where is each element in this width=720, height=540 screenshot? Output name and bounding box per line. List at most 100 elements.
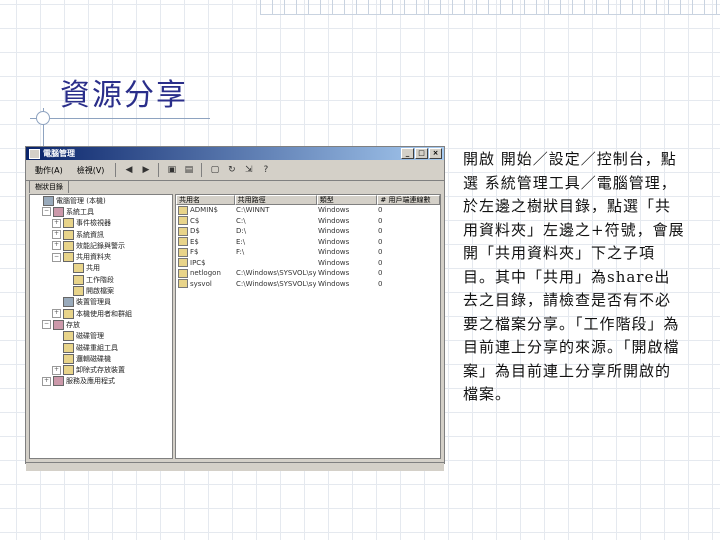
share-name: sysvol bbox=[190, 279, 212, 288]
view-menu[interactable]: 檢視(V) bbox=[72, 163, 110, 178]
cell-type: Windows bbox=[318, 279, 350, 288]
list-header: 共用名 共用路徑 類型 # 用戶端連線數 bbox=[176, 195, 440, 205]
cell-share-name: netlogon bbox=[176, 268, 234, 278]
cell-client-count: 0 bbox=[378, 248, 383, 257]
tree-item-label: 服務及應用程式 bbox=[66, 377, 115, 386]
refresh-icon[interactable]: ↻ bbox=[225, 164, 238, 176]
table-row[interactable]: D$ D:\ Windows 0 bbox=[176, 226, 440, 237]
tree-expander-icon[interactable]: + bbox=[52, 218, 61, 228]
folder-icon bbox=[63, 218, 74, 229]
cell-share-path: C:\ bbox=[236, 216, 246, 225]
help-icon[interactable]: ? bbox=[259, 164, 272, 176]
table-row[interactable]: E$ E:\ Windows 0 bbox=[176, 237, 440, 248]
tree-item-label: 電腦管理 (本機) bbox=[56, 196, 106, 205]
column-header-client-count[interactable]: # 用戶端連線數 bbox=[377, 195, 440, 205]
action-menu[interactable]: 動作(A) bbox=[30, 163, 68, 178]
export-icon[interactable]: ⇲ bbox=[242, 164, 255, 176]
folder-icon bbox=[63, 331, 74, 342]
tree-item[interactable]: 共用 bbox=[30, 263, 172, 274]
window-panes: 電腦管理 (本機) − 系統工具 + 事件檢視器 + 系統資訊 + 效能記錄與警示 − 共用資料夾共… bbox=[29, 194, 441, 459]
tree-item[interactable]: − 存放 bbox=[30, 319, 172, 330]
tree-item[interactable]: + 事件檢視器 bbox=[30, 218, 172, 229]
tree-item[interactable]: + 服務及應用程式 bbox=[30, 376, 172, 387]
shared-folder-icon bbox=[178, 247, 188, 257]
cell-type: Windows bbox=[318, 216, 350, 225]
column-header-type[interactable]: 類型 bbox=[316, 195, 378, 205]
share-name: netlogon bbox=[190, 269, 221, 278]
tree-item-label: 共用 bbox=[86, 264, 100, 273]
folder-icon bbox=[63, 229, 74, 240]
tree-item[interactable]: 磁碟管理 bbox=[30, 331, 172, 342]
shares-list[interactable]: 共用名 共用路徑 類型 # 用戶端連線數 ADMIN$ C:\WINNT Windo… bbox=[175, 194, 441, 459]
tree-item[interactable]: − 系統工具 bbox=[30, 206, 172, 217]
minimize-button[interactable]: _ bbox=[401, 148, 414, 159]
window-title: 電腦管理 bbox=[43, 149, 75, 158]
column-header-share-path[interactable]: 共用路徑 bbox=[234, 195, 317, 205]
tools-icon bbox=[53, 206, 64, 217]
tree-item[interactable]: + 系統資訊 bbox=[30, 229, 172, 240]
tree-item-label: 共用資料夾 bbox=[76, 253, 111, 262]
tree-expander-icon[interactable]: − bbox=[42, 207, 51, 217]
tab-strip: 樹狀目錄 bbox=[26, 180, 444, 193]
cell-share-path: C:\WINNT bbox=[236, 206, 270, 215]
tree-item[interactable]: 工作階段 bbox=[30, 274, 172, 285]
title-divider-circle bbox=[36, 111, 50, 125]
tree-expander-icon[interactable]: − bbox=[42, 320, 51, 330]
forward-icon[interactable]: ▶ bbox=[139, 164, 152, 176]
tree-expander-icon[interactable]: + bbox=[52, 230, 61, 240]
table-row[interactable]: C$ C:\ Windows 0 bbox=[176, 216, 440, 227]
tree-expander-icon[interactable]: + bbox=[42, 376, 51, 386]
maximize-button[interactable]: □ bbox=[415, 148, 428, 159]
tree-item-label: 本機使用者和群組 bbox=[76, 309, 132, 318]
tools-icon bbox=[53, 376, 64, 387]
tree-item[interactable]: + 卸除式存放裝置 bbox=[30, 364, 172, 376]
status-bar bbox=[26, 462, 444, 471]
share-name: E$ bbox=[190, 237, 199, 246]
tree-expander-icon[interactable]: − bbox=[52, 252, 61, 262]
back-icon[interactable]: ◀ bbox=[122, 164, 135, 176]
window-titlebar[interactable]: 電腦管理 _ □ × bbox=[26, 147, 444, 160]
table-row[interactable]: netlogon C:\Windows\SYSVOL\sysvolWindows 0 bbox=[176, 268, 440, 279]
show-tree-icon[interactable]: ▤ bbox=[182, 164, 195, 176]
table-row[interactable]: F$ F:\ Windows 0 bbox=[176, 247, 440, 258]
cell-client-count: 0 bbox=[378, 279, 383, 288]
tree-item[interactable]: 邏輯磁碟機 bbox=[30, 353, 172, 364]
share-name: IPC$ bbox=[190, 258, 206, 267]
tree-item-label: 工作階段 bbox=[86, 275, 114, 284]
cell-share-path: C:\Windows\SYSVOL\sysvol bbox=[236, 269, 316, 278]
tree-item[interactable]: + 效能記錄與警示 bbox=[30, 240, 172, 251]
tab-tree[interactable]: 樹狀目錄 bbox=[29, 180, 69, 193]
cell-share-name: E$ bbox=[176, 237, 234, 247]
tree-expander-icon[interactable]: + bbox=[52, 309, 61, 319]
column-header-share-name[interactable]: 共用名 bbox=[176, 195, 235, 205]
cell-share-path: D:\ bbox=[236, 227, 247, 236]
cell-share-name: IPC$ bbox=[176, 258, 234, 268]
tree-item[interactable]: − 共用資料夾 bbox=[30, 251, 172, 263]
console-tree[interactable]: 電腦管理 (本機) − 系統工具 + 事件檢視器 + 系統資訊 + 效能記錄與警示 − 共用資料夾共… bbox=[29, 194, 173, 459]
table-row[interactable]: sysvol C:\Windows\SYSVOL\sysvolWindows 0 bbox=[176, 279, 440, 290]
tree-item[interactable]: + 本機使用者和群組 bbox=[30, 308, 172, 319]
tree-item[interactable]: 裝置管理員 bbox=[30, 297, 172, 308]
folder-icon bbox=[63, 353, 74, 364]
folder-icon bbox=[63, 240, 74, 251]
tree-expander-icon[interactable]: + bbox=[52, 365, 61, 375]
cell-client-count: 0 bbox=[378, 237, 383, 246]
table-row[interactable]: IPC$ Windows 0 bbox=[176, 258, 440, 269]
shared-folder-icon bbox=[178, 258, 188, 268]
cell-share-name: F$ bbox=[176, 247, 234, 257]
properties-icon[interactable]: ▢ bbox=[208, 164, 221, 176]
tree-item[interactable]: 電腦管理 (本機) bbox=[30, 195, 172, 206]
tree-item[interactable]: 磁碟重組工具 bbox=[30, 342, 172, 353]
tree-item[interactable]: 開啟檔案 bbox=[30, 285, 172, 297]
shared-folder-icon bbox=[178, 226, 188, 236]
list-rows: ADMIN$ C:\WINNT Windows 0 C$ C:\ Windows 0 D$ D:\… bbox=[176, 205, 440, 289]
up-icon[interactable]: ▣ bbox=[165, 164, 178, 176]
table-row[interactable]: ADMIN$ C:\WINNT Windows 0 bbox=[176, 205, 440, 216]
tree-expander-icon[interactable]: + bbox=[52, 241, 61, 251]
folder-icon bbox=[73, 286, 84, 297]
body-text: 開啟 開始／設定／控制台，點選 系統管理工具／電腦管理，於左邊之樹狀目錄，點選「… bbox=[463, 150, 685, 403]
toolbar-separator bbox=[115, 163, 117, 177]
tree-item-label: 磁碟重組工具 bbox=[76, 343, 118, 352]
cell-client-count: 0 bbox=[378, 227, 383, 236]
close-button[interactable]: × bbox=[429, 148, 442, 159]
